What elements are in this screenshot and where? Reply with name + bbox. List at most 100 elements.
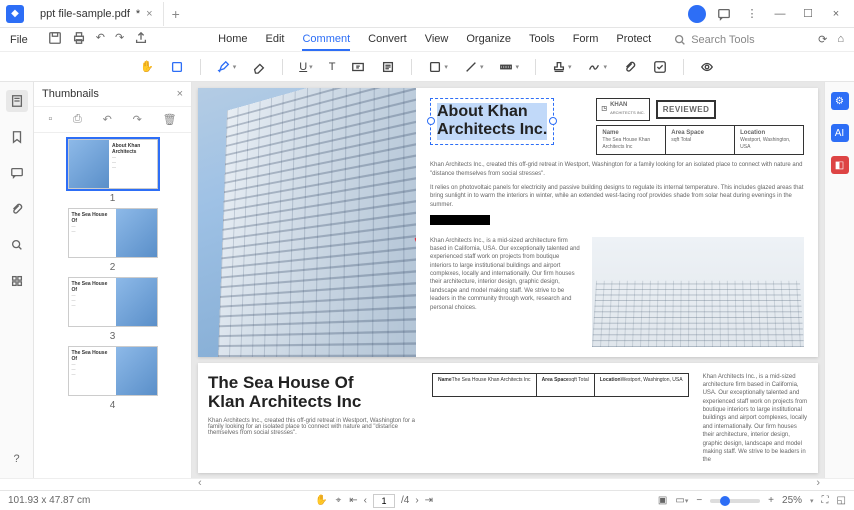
signature-icon[interactable]: ▾: [587, 60, 607, 74]
app-integration-icon[interactable]: ◧: [831, 156, 849, 174]
thumb-rotate-left-icon[interactable]: ↶: [103, 113, 112, 126]
minimize-button[interactable]: —: [770, 4, 790, 24]
properties-icon[interactable]: ⚙: [831, 92, 849, 110]
redo-icon[interactable]: ↷: [115, 31, 124, 48]
thumbnail-page-2[interactable]: The Sea House Of——: [68, 208, 158, 258]
page2-title-line2: Klan Architects Inc: [208, 392, 361, 411]
share-icon[interactable]: [134, 31, 148, 48]
thumb-number: 4: [110, 400, 116, 411]
fit-page-icon[interactable]: ▣: [658, 495, 667, 506]
text-tool-icon[interactable]: T: [329, 61, 336, 73]
thumbnail-list: About Khan Architects——— 1 The Sea House…: [34, 133, 191, 478]
thumbnail-page-1[interactable]: About Khan Architects———: [68, 139, 158, 189]
zoom-slider[interactable]: [710, 499, 760, 503]
tab-modified-indicator: *: [136, 8, 140, 20]
prev-page-arrow[interactable]: ‹: [198, 477, 202, 489]
thumbnails-tab-icon[interactable]: [6, 90, 28, 112]
checkmark-annotation[interactable]: ✓: [413, 228, 416, 248]
thumbnails-panel: Thumbnails × ▫ ⎙ ↶ ↷ 🗑 About Khan Archit…: [34, 82, 192, 478]
page-total: /4: [401, 495, 409, 506]
hide-comments-icon[interactable]: [700, 60, 714, 74]
close-window-button[interactable]: ×: [826, 4, 846, 24]
text-box-icon[interactable]: [351, 60, 365, 74]
file-menu[interactable]: File: [0, 34, 38, 46]
cursor-status-icon[interactable]: ⌖: [336, 495, 342, 506]
attachments-tab-icon[interactable]: [6, 198, 28, 220]
eraser-icon[interactable]: [252, 60, 266, 74]
document-tab[interactable]: ppt file-sample.pdf * ×: [30, 2, 164, 26]
close-panel-icon[interactable]: ×: [177, 88, 183, 100]
reading-mode-icon[interactable]: ◱: [837, 495, 846, 506]
note-icon[interactable]: [381, 60, 395, 74]
first-page-button[interactable]: ⇤: [349, 495, 357, 506]
shape-icon[interactable]: ▾: [428, 60, 448, 74]
zoom-value: 25%: [782, 495, 802, 506]
title-edit-selection[interactable]: About Khan Architects Inc.: [430, 98, 554, 145]
menu-protect[interactable]: Protect: [616, 29, 651, 51]
menu-view[interactable]: View: [425, 29, 449, 51]
next-page-button[interactable]: ›: [415, 495, 418, 506]
thumb-number: 1: [110, 193, 116, 204]
sync-icon[interactable]: ⟳: [818, 33, 827, 46]
page1-hero-image: ✓: [198, 88, 416, 357]
zoom-in-button[interactable]: +: [768, 495, 774, 506]
undo-icon[interactable]: ↶: [96, 31, 105, 48]
hand-status-icon[interactable]: ✋: [315, 495, 327, 506]
fields-tab-icon[interactable]: [6, 270, 28, 292]
feedback-icon[interactable]: [714, 4, 734, 24]
bookmarks-tab-icon[interactable]: [6, 126, 28, 148]
save-icon[interactable]: [48, 31, 62, 48]
page-1: ✓ About Khan Architects Inc. ◳ KHANARCHI…: [198, 88, 818, 357]
checkmark-icon[interactable]: [653, 60, 667, 74]
help-icon[interactable]: ?: [6, 448, 28, 470]
hand-tool-icon[interactable]: ✋: [140, 60, 154, 73]
menu-edit[interactable]: Edit: [266, 29, 285, 51]
search-tab-icon[interactable]: [6, 234, 28, 256]
stamp-icon[interactable]: ▾: [552, 60, 572, 74]
zoom-out-button[interactable]: −: [696, 495, 702, 506]
comment-toolbar: ✋ ▾ U▾ T ▾ ▾ ▾ ▾ ▾: [0, 52, 854, 82]
menu-organize[interactable]: Organize: [466, 29, 511, 51]
maximize-button[interactable]: ☐: [798, 4, 818, 24]
fit-width-icon[interactable]: ▭▾: [675, 495, 688, 506]
redaction-mark: [430, 215, 490, 225]
user-avatar[interactable]: [688, 5, 706, 23]
next-page-arrow[interactable]: ›: [816, 477, 820, 489]
more-icon[interactable]: ⋮: [742, 4, 762, 24]
thumbnails-title: Thumbnails: [42, 88, 99, 100]
close-tab-icon[interactable]: ×: [146, 8, 152, 20]
home-icon[interactable]: ⌂: [837, 33, 844, 46]
menu-convert[interactable]: Convert: [368, 29, 407, 51]
menu-tools[interactable]: Tools: [529, 29, 555, 51]
menu-comment[interactable]: Comment: [302, 29, 350, 51]
attachment-icon[interactable]: [623, 60, 637, 74]
thumb-print-icon[interactable]: ⎙: [73, 113, 82, 126]
fullscreen-icon[interactable]: ⛶: [822, 495, 829, 506]
menu-home[interactable]: Home: [218, 29, 247, 51]
last-page-button[interactable]: ⇥: [425, 495, 433, 506]
select-tool-icon[interactable]: [170, 60, 184, 74]
comments-tab-icon[interactable]: [6, 162, 28, 184]
highlight-icon[interactable]: ▾: [217, 60, 237, 74]
thumb-add-icon[interactable]: ▫: [48, 113, 52, 126]
thumbnail-page-3[interactable]: The Sea House Of———: [68, 277, 158, 327]
statusbar: 101.93 x 47.87 cm ✋ ⌖ ⇤ ‹ /4 › ⇥ ▣ ▭▾ − …: [0, 490, 854, 510]
menu-form[interactable]: Form: [573, 29, 599, 51]
page-number-input[interactable]: [373, 494, 395, 508]
page2-title-line1: The Sea House Of: [208, 373, 353, 392]
underline-icon[interactable]: U▾: [299, 61, 312, 73]
measure-icon[interactable]: ▾: [499, 60, 519, 74]
tab-title: ppt file-sample.pdf: [40, 8, 130, 20]
page2-para: Khan Architects Inc., created this off-g…: [208, 418, 418, 436]
thumbnail-page-4[interactable]: The Sea House Of———: [68, 346, 158, 396]
add-tab-button[interactable]: +: [164, 6, 188, 22]
thumb-rotate-right-icon[interactable]: ↷: [133, 113, 142, 126]
prev-page-button[interactable]: ‹: [364, 495, 367, 506]
left-sidebar: ?: [0, 82, 34, 478]
print-icon[interactable]: [72, 31, 86, 48]
ai-assistant-icon[interactable]: AI: [831, 124, 849, 142]
search-tools[interactable]: Search Tools: [673, 33, 754, 47]
thumb-delete-icon[interactable]: 🗑: [163, 113, 177, 126]
line-icon[interactable]: ▾: [464, 60, 484, 74]
document-viewport[interactable]: ✎ ✓ About Khan Architects Inc. ◳ KHANARC…: [192, 82, 824, 478]
